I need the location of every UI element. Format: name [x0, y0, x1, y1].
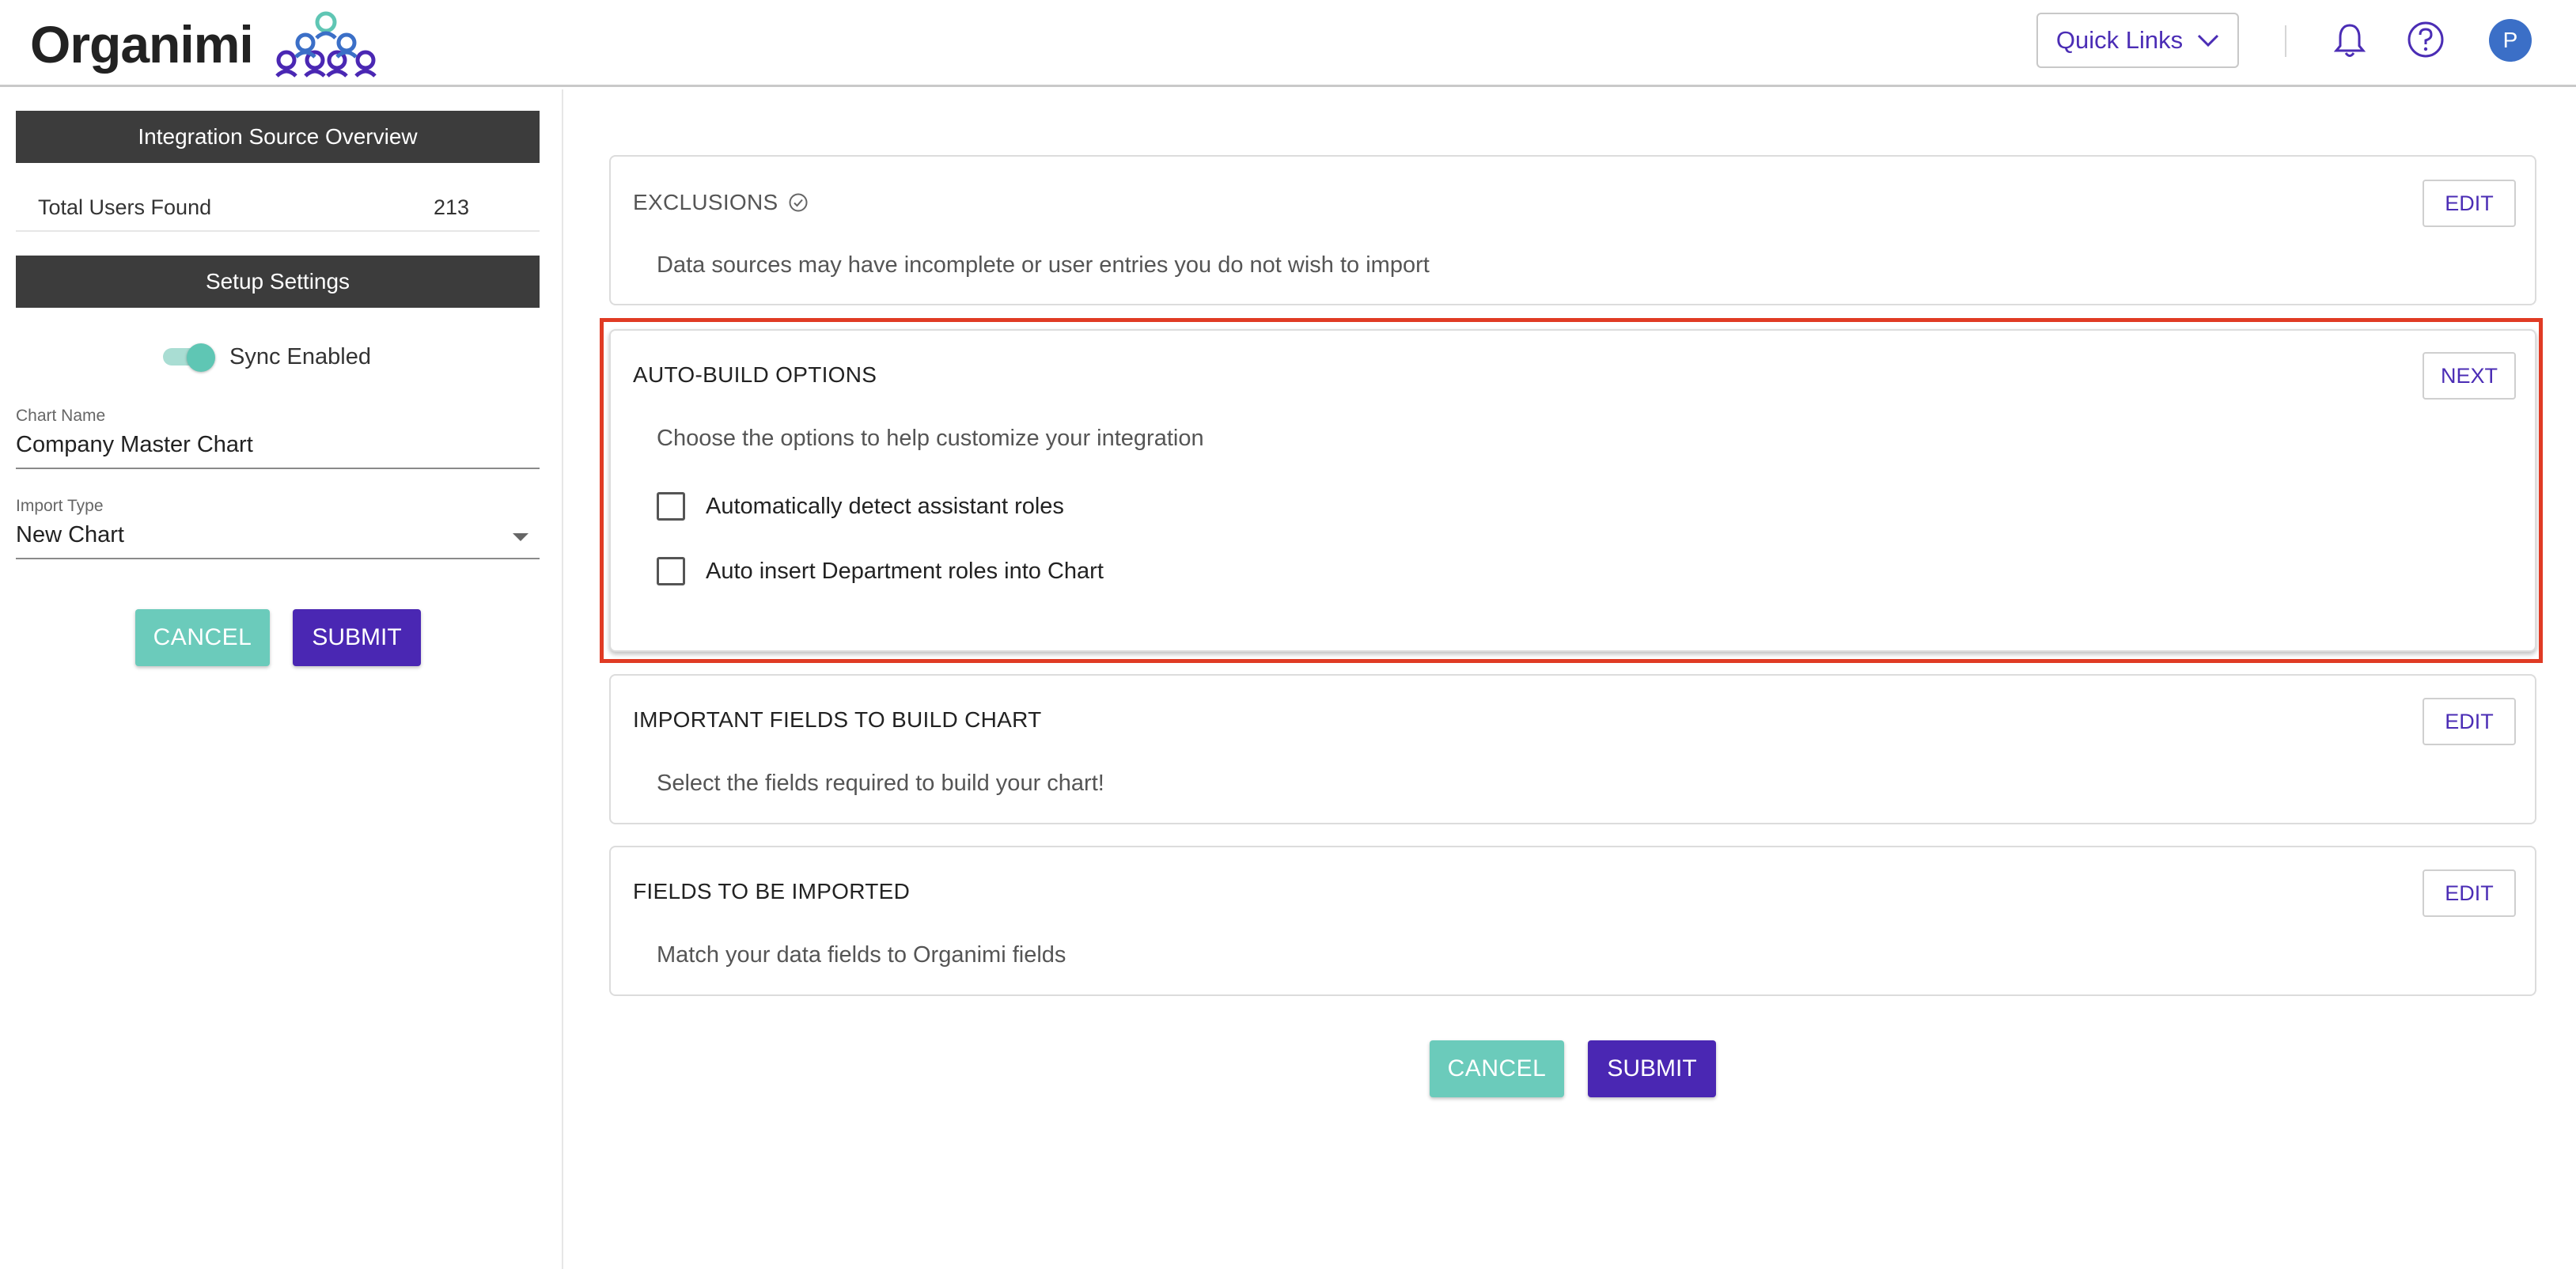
import-type-value: New Chart [16, 522, 124, 547]
sidebar: Integration Source Overview Total Users … [0, 89, 563, 1269]
insert-department-roles-label: Auto insert Department roles into Chart [706, 558, 1104, 584]
exclusions-title-row: EXCLUSIONS [633, 190, 809, 215]
dropdown-arrow-icon [513, 533, 528, 541]
auto-build-title: AUTO-BUILD OPTIONS [633, 362, 877, 387]
insert-department-roles-checkbox[interactable] [657, 557, 685, 585]
fields-imported-description: Match your data fields to Organimi field… [657, 942, 1066, 968]
help-icon[interactable] [2407, 21, 2445, 59]
sync-toggle[interactable] [161, 343, 215, 372]
bell-icon[interactable] [2334, 22, 2366, 59]
import-type-select[interactable]: New Chart [16, 522, 540, 559]
important-fields-description: Select the fields required to build your… [657, 771, 1104, 796]
chart-name-field[interactable]: Chart Name Company Master Chart [16, 407, 540, 469]
fields-to-be-imported-card: FIELDS TO BE IMPORTED Match your data fi… [609, 846, 2536, 996]
total-users-label: Total Users Found [38, 195, 212, 219]
auto-build-description: Choose the options to help customize you… [657, 426, 1204, 451]
toggle-thumb [187, 343, 215, 372]
chart-name-input[interactable]: Company Master Chart [16, 432, 540, 469]
exclusions-card: EXCLUSIONS Data sources may have incompl… [609, 155, 2536, 305]
chart-name-label: Chart Name [16, 407, 106, 425]
main-cancel-button[interactable]: CANCEL [1430, 1040, 1564, 1097]
main-submit-button[interactable]: SUBMIT [1588, 1040, 1716, 1097]
fields-imported-title: FIELDS TO BE IMPORTED [633, 879, 911, 903]
auto-build-options-card: AUTO-BUILD OPTIONS Choose the options to… [609, 329, 2536, 652]
chevron-down-icon [2198, 34, 2219, 47]
detect-assistant-roles-label: Automatically detect assistant roles [706, 493, 1064, 519]
important-fields-title: IMPORTANT FIELDS TO BUILD CHART [633, 707, 1042, 732]
important-fields-card: IMPORTANT FIELDS TO BUILD CHART Select t… [609, 674, 2536, 824]
avatar[interactable]: P [2489, 19, 2532, 62]
quick-links-label: Quick Links [2055, 26, 2184, 54]
import-type-field[interactable]: Import Type New Chart [16, 497, 540, 559]
fields-imported-edit-button[interactable]: EDIT [2423, 869, 2516, 917]
exclusions-edit-button[interactable]: EDIT [2423, 180, 2516, 227]
check-circle-icon [789, 193, 807, 212]
import-type-label: Import Type [16, 497, 104, 515]
sync-toggle-row: Sync Enabled [161, 338, 371, 376]
organimi-logo-icon [275, 11, 377, 78]
detect-assistant-roles-checkbox[interactable] [657, 492, 685, 521]
organimi-logo[interactable]: Organimi [30, 8, 378, 81]
total-users-value: 213 [434, 195, 470, 219]
logo-text: Organimi [30, 15, 254, 74]
exclusions-title: EXCLUSIONS [633, 190, 778, 214]
integration-overview-heading: Integration Source Overview [16, 111, 540, 163]
auto-build-next-button[interactable]: NEXT [2423, 352, 2516, 400]
setup-settings-heading: Setup Settings [16, 256, 540, 308]
sync-enabled-label: Sync Enabled [229, 343, 371, 369]
sidebar-submit-button[interactable]: SUBMIT [293, 609, 421, 666]
option-insert-department-roles[interactable]: Auto insert Department roles into Chart [657, 557, 1104, 585]
important-fields-edit-button[interactable]: EDIT [2423, 698, 2516, 745]
top-header: Organimi Quick Links P [0, 0, 2576, 87]
option-detect-assistant-roles[interactable]: Automatically detect assistant roles [657, 492, 1064, 521]
quick-links-dropdown[interactable]: Quick Links [2036, 13, 2239, 68]
sidebar-cancel-button[interactable]: CANCEL [135, 609, 270, 666]
exclusions-description: Data sources may have incomplete or user… [657, 252, 1430, 278]
total-users-row: Total Users Found 213 [16, 183, 540, 232]
header-divider [2285, 25, 2286, 57]
